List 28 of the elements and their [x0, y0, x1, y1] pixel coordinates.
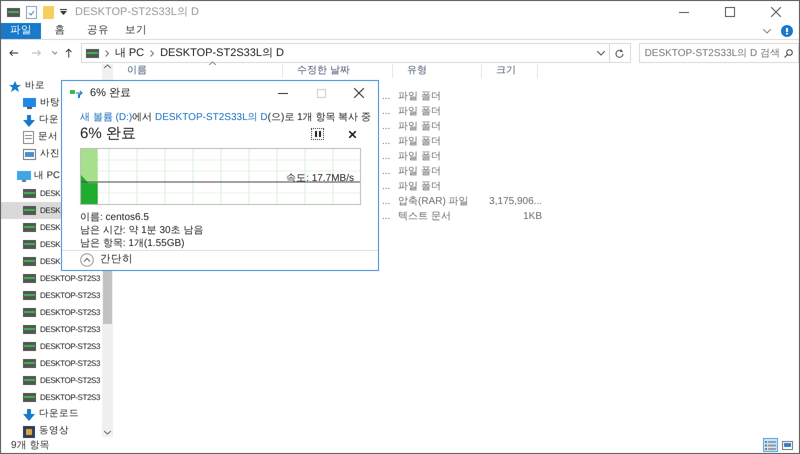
table-cell-text: 파일 폴더 [397, 135, 442, 149]
table-cell-text: ... [382, 180, 392, 194]
table-cell-text: ... [382, 120, 392, 134]
table-cell-text: ... [382, 165, 392, 179]
table-cell-text: 파일 폴더 [397, 120, 442, 134]
table-cell-text: ... [382, 195, 392, 209]
table-cell-text: ... [382, 135, 392, 149]
table-cell-text: 파일 폴더 [397, 165, 442, 179]
detail-text: 남은 항목: 1개(1.55GB) [80, 237, 186, 250]
table-cell-text: ... [382, 105, 392, 119]
table-cell-text: 파일 폴더 [397, 150, 442, 164]
table-cell-text: 파일 폴더 [397, 105, 442, 119]
speed-label: 속도: 17.7MB/s [286, 172, 354, 186]
table-cell-text: 압축(RAR) 파일 [397, 195, 470, 209]
table-cell-text: 텍스트 문서 [397, 210, 452, 224]
progress-heading: 6% 완료 [80, 124, 136, 144]
table-cell-text: 파일 폴더 [397, 180, 442, 194]
table-cell-text: ... [382, 90, 392, 104]
dialog-title: 6% 완료 [90, 86, 131, 101]
table-cell-text: ... [382, 150, 392, 164]
table-cell-text: ... [382, 210, 392, 224]
copy-description: 새 볼륨 (D:)에서 DESKTOP-ST2S33L의 D(으)로 1개 항목 복사 중 [80, 111, 371, 125]
window-title: DESKTOP-ST2S33L의 D [75, 4, 199, 20]
table-cell: 1KB [523, 211, 542, 222]
table-cell: 3,175,906... [489, 196, 542, 207]
status-text: 9개 항목 [11, 438, 50, 452]
table-cell-text: 파일 폴더 [397, 90, 442, 104]
detail-text: 남은 시간: 약 1분 30초 남음 [80, 224, 204, 237]
